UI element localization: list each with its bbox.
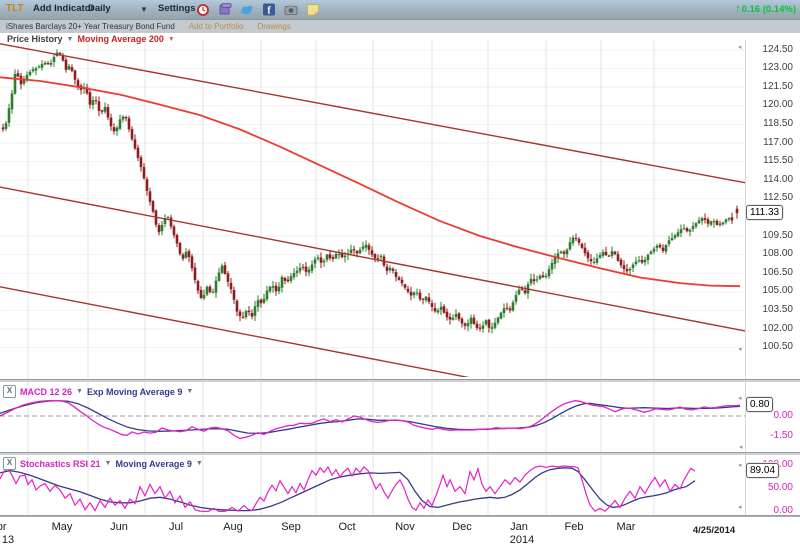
price-axis-label: 103.50 (747, 304, 793, 315)
chevron-down-icon[interactable]: ▼ (76, 388, 83, 395)
chart-application-window: TLT Add Indicator Daily ▼ Settings f ↑0.… (0, 0, 800, 548)
price-axis-label: 108.00 (747, 248, 793, 259)
close-macd-panel-button[interactable]: X (3, 385, 16, 398)
trend-channel-line[interactable] (0, 287, 500, 384)
chevron-down-icon[interactable]: ▼ (67, 36, 74, 43)
moving-average-200-indicator-menu[interactable]: Moving Average 200 (77, 34, 163, 44)
price-axis-label: 109.50 (747, 230, 793, 241)
macd-axis-label: -1.50 (747, 430, 793, 441)
close-stochastics-panel-button[interactable]: X (3, 457, 16, 470)
time-axis-divider (0, 515, 800, 517)
price-axis-label: 105.00 (747, 285, 793, 296)
price-axis-label: 123.00 (747, 62, 793, 73)
exp-moving-average-indicator-menu[interactable]: Exp Moving Average 9 (87, 387, 182, 397)
axis-scroll-arrow[interactable]: ◂ (738, 43, 742, 51)
chevron-down-icon[interactable]: ▼ (186, 388, 193, 395)
current-price-box: 111.33 (746, 205, 783, 220)
price-axis-label: 114.00 (747, 174, 793, 185)
price-axis-label: 102.00 (747, 323, 793, 334)
stochastics-ma-line (0, 468, 695, 511)
axis-scroll-arrow[interactable]: ◂ (739, 443, 743, 451)
panel-resize-divider[interactable] (0, 379, 800, 382)
price-axis-label: 118.50 (747, 118, 793, 129)
price-axis-label: 120.00 (747, 99, 793, 110)
chevron-down-icon[interactable]: ▼ (196, 460, 203, 467)
price-axis-label: 124.50 (747, 44, 793, 55)
price-axis-label: 117.00 (747, 137, 793, 148)
facebook-icon[interactable]: f (262, 3, 276, 16)
chevron-down-icon[interactable]: ▼ (105, 460, 112, 467)
macd-signal-line (0, 401, 740, 434)
price-axis-label: 115.50 (747, 155, 793, 166)
axis-scroll-arrow[interactable]: ◂ (738, 461, 742, 469)
macd-indicator-menu[interactable]: MACD 12 26 (20, 387, 72, 397)
axis-scroll-arrow[interactable]: ◂ (738, 345, 742, 353)
panel-resize-divider[interactable] (0, 452, 800, 455)
clock-icon[interactable] (196, 3, 210, 16)
price-axis-label: 112.50 (747, 192, 793, 203)
macd-panel-header: X MACD 12 26 ▼ Exp Moving Average 9 ▼ (3, 385, 193, 398)
price-history-indicator-menu[interactable]: Price History (7, 34, 63, 44)
note-icon[interactable] (306, 3, 320, 16)
stochastics-rsi-indicator-menu[interactable]: Stochastics RSI 21 (20, 459, 101, 469)
moving-average-9-indicator-menu[interactable]: Moving Average 9 (115, 459, 191, 469)
current-macd-value-box: 0.80 (746, 397, 773, 412)
chevron-down-icon[interactable]: ▼ (168, 36, 175, 43)
twitter-icon[interactable] (240, 3, 254, 16)
price-axis-label: 106.50 (747, 267, 793, 278)
price-axis-label: 121.50 (747, 81, 793, 92)
axis-scroll-arrow[interactable]: ◂ (738, 503, 742, 511)
candlestick-series (2, 49, 739, 333)
stochastics-rsi-line (0, 466, 695, 512)
price-axis-label: 100.50 (747, 341, 793, 352)
axis-scroll-arrow[interactable]: ◂ (738, 394, 742, 402)
price-panel-header: Price History▼ Moving Average 200▼ (7, 34, 175, 44)
current-stochastics-value-box: 89.04 (746, 463, 779, 478)
stochastics-axis-label: 50.00 (747, 482, 793, 493)
price-axis-border (745, 40, 746, 515)
camera-icon[interactable] (284, 3, 298, 16)
cube-icon[interactable] (218, 3, 232, 16)
stochastics-panel-header: X Stochastics RSI 21▼ Moving Average 9▼ (3, 457, 203, 470)
